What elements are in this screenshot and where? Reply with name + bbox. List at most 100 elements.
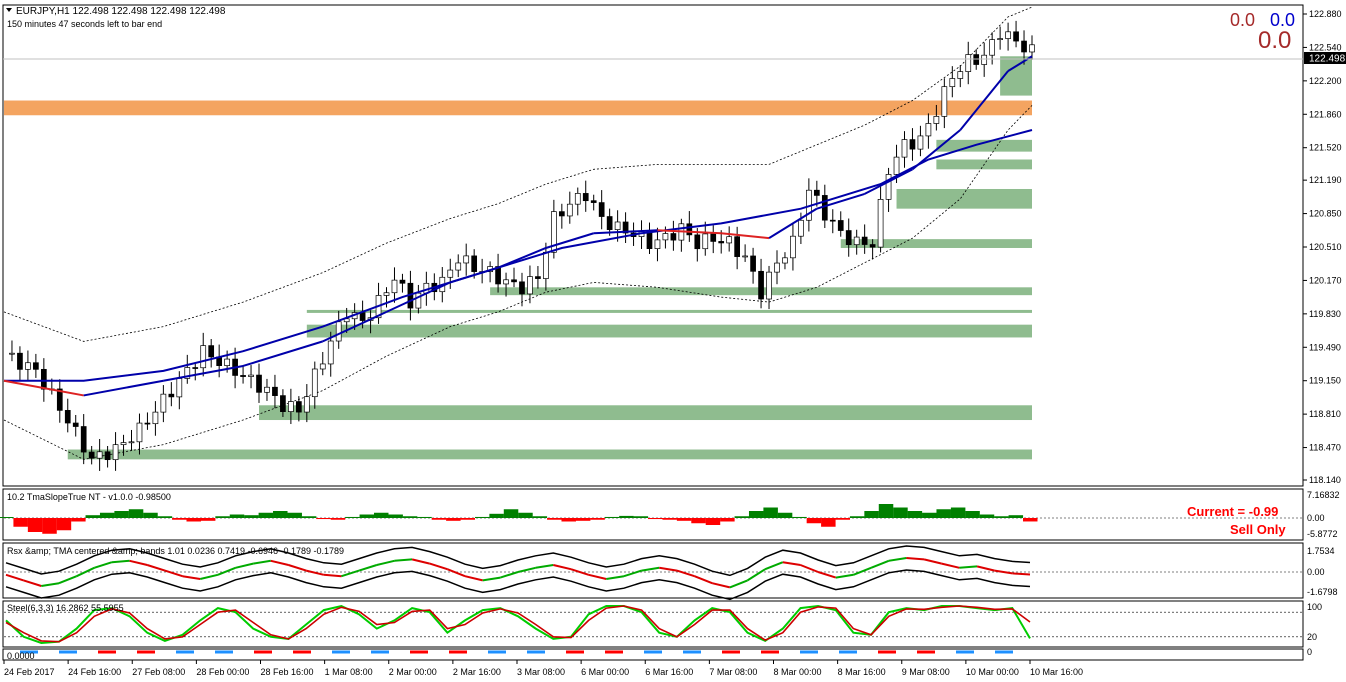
zone-demand-8 — [306, 324, 1032, 338]
candle-body — [766, 271, 772, 300]
slope-bar — [200, 518, 216, 521]
time-tick-label: 28 Feb 00:00 — [196, 667, 249, 677]
candle-body — [96, 451, 103, 459]
time-tick-label: 10 Mar 16:00 — [1030, 667, 1083, 677]
panel1-title: 10.2 TmaSlopeTrue NT - v1.0.0 -0.98500 — [7, 492, 171, 502]
slope-bar — [849, 516, 865, 518]
slope-bar — [71, 518, 86, 522]
slope-bar — [922, 512, 937, 518]
current-price-label: 122.498 — [1309, 54, 1346, 65]
time-tick-label: 24 Feb 2017 — [4, 667, 55, 677]
candle-body — [1005, 31, 1011, 39]
panel1-tick-zero: 0.00 — [1307, 513, 1325, 523]
candle-body — [72, 422, 79, 427]
candle-body — [311, 368, 318, 398]
rsx-segment — [323, 573, 342, 578]
candle-body — [280, 395, 286, 412]
price-tick-label: 118.810 — [1309, 409, 1341, 419]
candle-body — [710, 233, 717, 242]
candle-body — [670, 233, 677, 241]
slope-bar — [835, 518, 851, 520]
candle-body — [997, 38, 1003, 40]
slope-bar — [806, 518, 822, 524]
price-tick-label: 119.830 — [1309, 309, 1341, 319]
candle-body — [224, 358, 230, 366]
time-tick-label: 1 Mar 08:00 — [325, 667, 373, 677]
candle-body — [598, 202, 605, 217]
candle-body — [734, 236, 740, 257]
candle-body — [981, 54, 988, 65]
candle-body — [821, 195, 828, 221]
zone-resistance-0 — [4, 100, 1032, 116]
candle-body — [80, 426, 87, 453]
candle-body — [933, 116, 940, 124]
panel1-tick-bottom: -5.8772 — [1307, 529, 1338, 539]
candle-body — [104, 451, 111, 461]
slope-bar — [633, 516, 649, 518]
time-tick-label: 6 Mar 00:00 — [581, 667, 629, 677]
slope-bar — [316, 518, 331, 520]
slope-bar — [950, 507, 966, 518]
zone-demand-4 — [896, 188, 1032, 209]
candle-body — [256, 374, 262, 393]
candle-body — [861, 236, 868, 245]
candle-body — [845, 230, 852, 246]
panel2-title: Rsx &amp; TMA centered &amp; bands 1.01 … — [7, 546, 344, 556]
price-tick-label: 120.510 — [1309, 242, 1342, 252]
corner-big-value: 0.0 — [1258, 27, 1291, 54]
panel3-tick-20: 20 — [1307, 632, 1317, 642]
slope-bar — [229, 514, 245, 518]
slope-bar — [359, 514, 375, 518]
candle-body — [519, 281, 525, 295]
slope-bar — [446, 518, 461, 521]
candle-body — [17, 352, 23, 370]
price-tick-label: 122.200 — [1309, 76, 1342, 86]
time-tick-label: 7 Mar 08:00 — [709, 667, 757, 677]
candle-body — [662, 233, 669, 241]
price-tick-label: 121.520 — [1309, 143, 1342, 153]
time-tick-label: 3 Mar 08:00 — [517, 667, 565, 677]
slope-bar — [561, 518, 576, 522]
candle-body — [901, 139, 908, 158]
candle-body — [455, 262, 462, 271]
slope-bar — [330, 518, 346, 520]
zone-demand-7 — [306, 309, 1032, 313]
candle-body — [686, 223, 693, 236]
slope-bar — [258, 512, 274, 518]
candle-body — [152, 411, 159, 425]
candle-body — [582, 193, 589, 202]
time-tick-label: 8 Mar 16:00 — [838, 667, 886, 677]
candle-body — [877, 199, 884, 248]
slope-bar — [56, 518, 72, 531]
candle-body — [40, 368, 47, 390]
candle-body — [782, 257, 788, 264]
candle-body — [774, 262, 780, 273]
candle-body — [208, 345, 215, 358]
time-tick-label: 9 Mar 08:00 — [902, 667, 950, 677]
candle-body — [335, 321, 342, 342]
candle-body — [941, 86, 948, 117]
candle-body — [160, 393, 167, 413]
time-tick-label: 28 Feb 16:00 — [261, 667, 314, 677]
slope-bar — [128, 509, 144, 518]
candle-body — [973, 54, 980, 65]
tma-slope-panel[interactable] — [2, 488, 1304, 541]
slope-bar — [648, 518, 663, 520]
candle-body — [327, 340, 334, 365]
candle-body — [511, 279, 517, 283]
candle-body — [1021, 40, 1027, 53]
candle-body — [272, 386, 278, 396]
time-axis: 24 Feb 2017 24 Feb 16:00 27 Feb 08:00 28 Fe… — [3, 660, 1083, 677]
slope-bar — [460, 518, 476, 520]
candle-body — [88, 451, 95, 459]
slope-bar — [215, 516, 230, 518]
slope-bar — [0, 517, 14, 518]
slope-bar — [864, 511, 879, 518]
candle-body — [25, 362, 31, 370]
rsx-segment — [111, 559, 130, 564]
slope-bar — [590, 518, 605, 520]
price-tick-label: 121.190 — [1309, 175, 1342, 185]
price-tick-label: 118.140 — [1309, 475, 1341, 485]
candle-body — [574, 193, 581, 205]
time-tick-label: 8 Mar 00:00 — [774, 667, 822, 677]
